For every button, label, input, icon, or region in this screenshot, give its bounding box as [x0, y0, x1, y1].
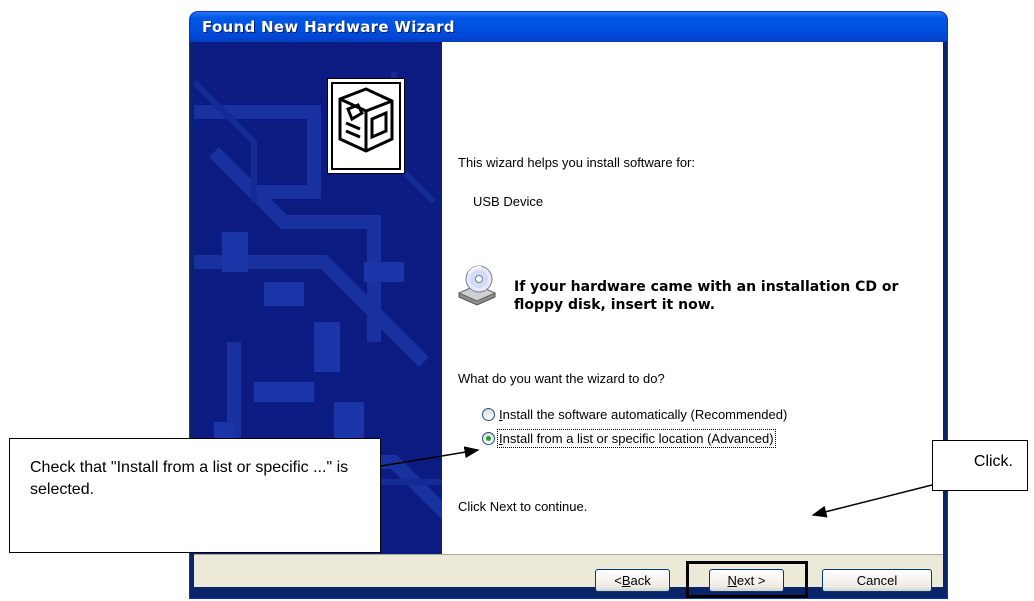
left-callout-arrow: [380, 446, 480, 467]
right-callout-arrow: [811, 484, 933, 518]
callout-arrows: [380, 446, 933, 518]
